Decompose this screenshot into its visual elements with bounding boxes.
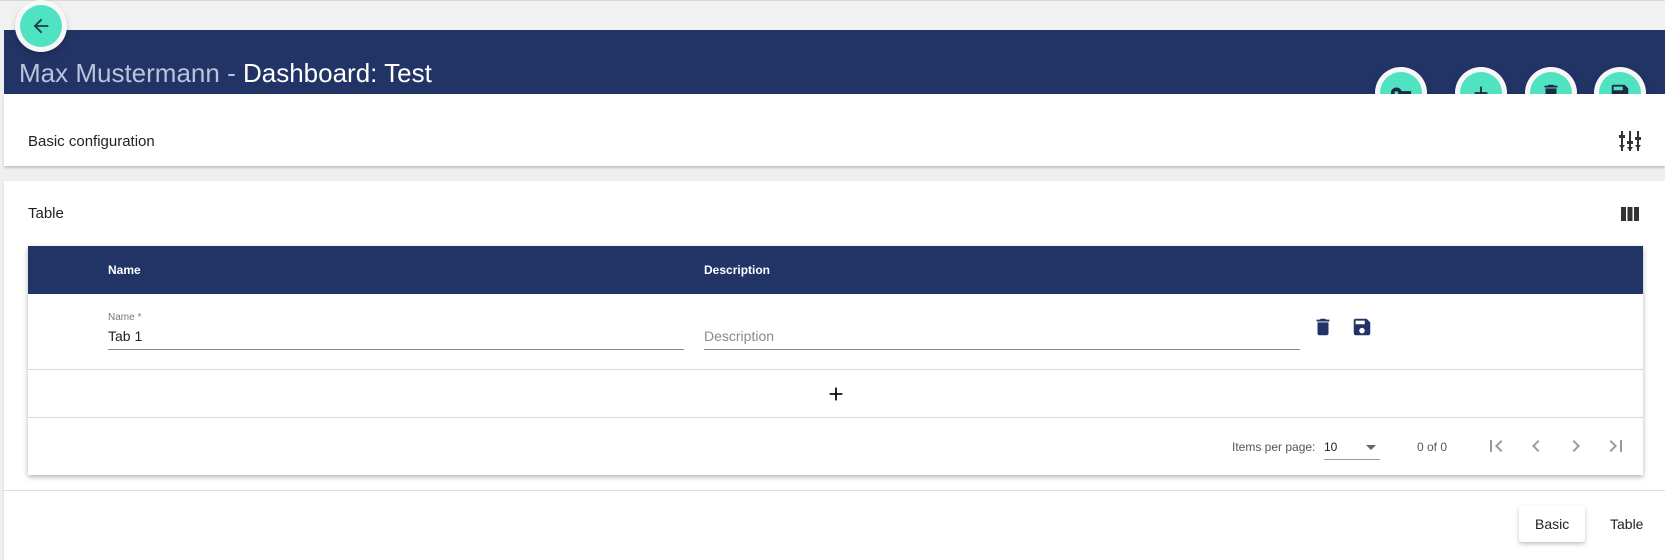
arrow-left-icon	[33, 18, 49, 34]
tab-table[interactable]: Table	[1594, 506, 1660, 542]
table-header: Name Description	[28, 246, 1643, 294]
basic-configuration-label: Basic configuration	[28, 133, 155, 150]
page-title: Max Mustermann - Dashboard: Test	[19, 58, 432, 88]
back-button[interactable]	[20, 5, 62, 47]
paginator: Items per page: 10 0 of 0	[28, 418, 1643, 475]
section-tab-bar: Basic Table	[4, 490, 1665, 560]
items-per-page-label: Items per page:	[1232, 440, 1316, 454]
row-save-button[interactable]	[1349, 314, 1375, 340]
last-page-icon	[1609, 440, 1622, 452]
column-header-name: Name	[108, 263, 141, 277]
plus-icon	[829, 387, 842, 400]
chevron-right-icon	[1572, 440, 1580, 452]
last-page-button[interactable]	[1602, 432, 1630, 460]
table-section-label: Table	[28, 205, 64, 222]
dashboard-title: Dashboard: Test	[242, 58, 432, 88]
basic-config-toggle[interactable]	[1617, 128, 1643, 154]
columns-toggle[interactable]	[1617, 201, 1643, 227]
column-header-description: Description	[704, 263, 771, 277]
table-row: Name * Tab 1 Description	[28, 294, 1643, 370]
chevron-left-icon	[1532, 440, 1540, 452]
name-field-value: Tab 1	[108, 328, 143, 344]
chevron-down-icon	[1366, 445, 1376, 450]
table-panel: Table Name Description Name * Tab 1 Desc…	[4, 181, 1665, 560]
name-field[interactable]: Name * Tab 1	[108, 312, 684, 350]
tabs-table: Name Description Name * Tab 1 Descriptio…	[28, 246, 1643, 475]
floppy-disk-icon	[1353, 318, 1371, 336]
first-page-button[interactable]	[1482, 432, 1510, 460]
page-size-value: 10	[1324, 440, 1338, 454]
tab-basic[interactable]: Basic	[1519, 506, 1586, 542]
name-field-label: Name *	[108, 312, 142, 323]
row-delete-button[interactable]	[1310, 314, 1336, 340]
columns-icon	[1621, 207, 1639, 221]
top-strip	[0, 0, 1665, 30]
page-range-label: 0 of 0	[1417, 440, 1448, 454]
basic-configuration-panel: Basic configuration	[4, 94, 1665, 166]
previous-page-button[interactable]	[1522, 432, 1550, 460]
sliders-icon	[1619, 131, 1641, 151]
page-size-select[interactable]: 10	[1324, 435, 1380, 460]
user-name: Max Mustermann	[19, 58, 220, 88]
title-separator: -	[219, 58, 243, 88]
trash-icon	[1316, 318, 1330, 336]
description-placeholder: Description	[704, 328, 775, 344]
description-field[interactable]: Description	[704, 312, 1300, 350]
first-page-icon	[1490, 440, 1503, 452]
next-page-button[interactable]	[1562, 432, 1590, 460]
add-row-button[interactable]	[28, 370, 1643, 418]
